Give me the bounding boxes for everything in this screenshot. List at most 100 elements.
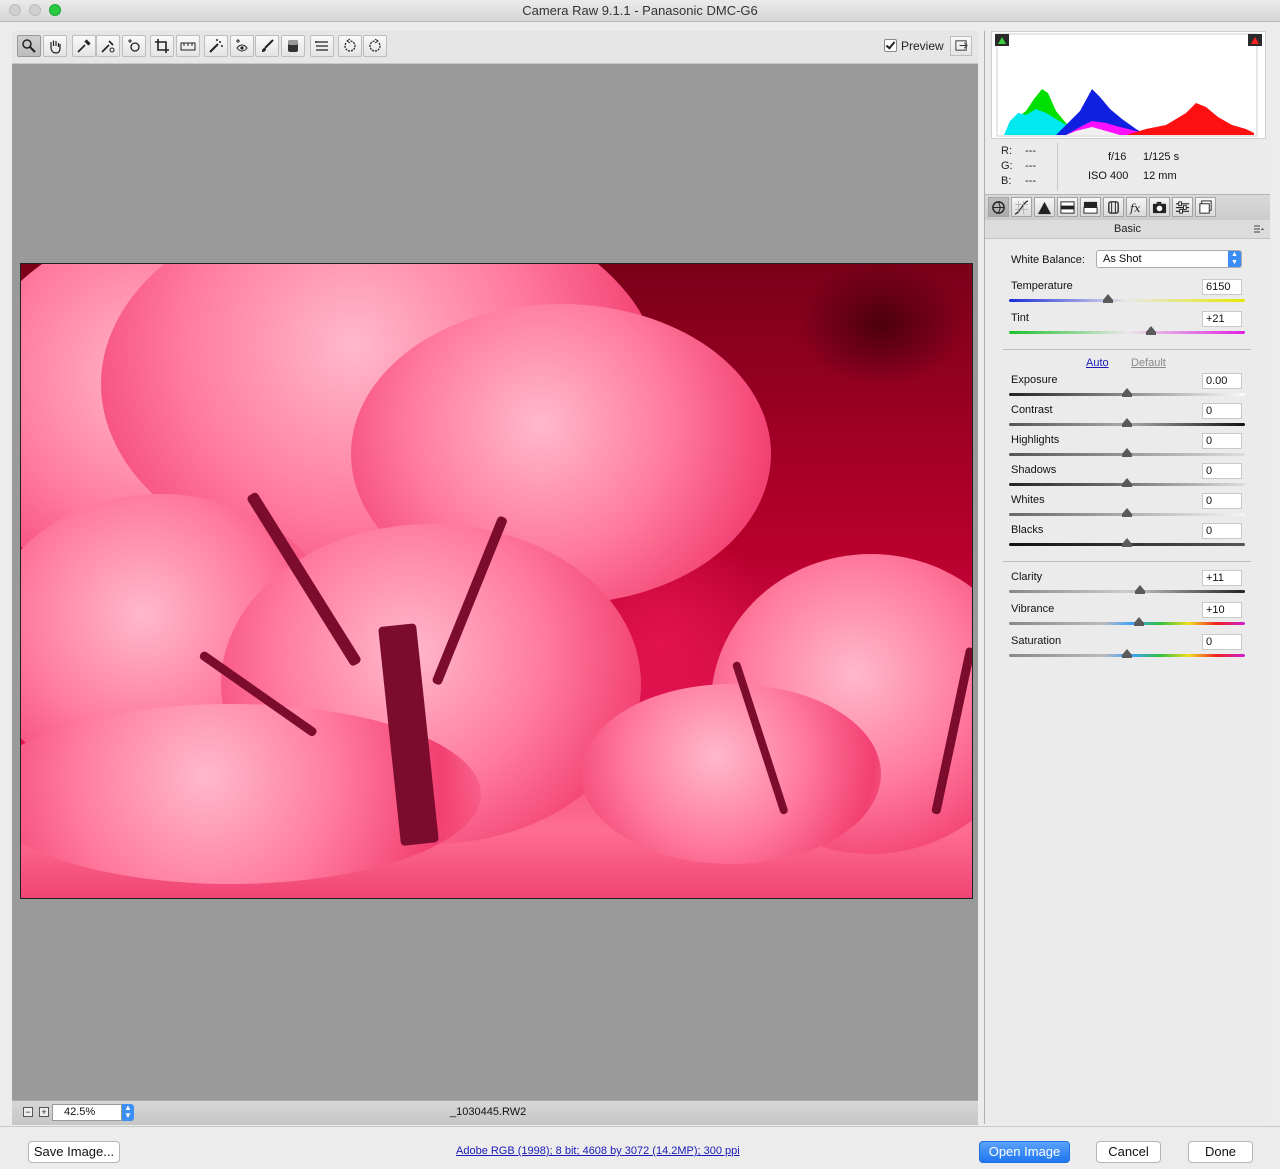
clarity-slider[interactable]: [1009, 585, 1245, 594]
tab-effects[interactable]: fx: [1126, 197, 1147, 217]
temperature-field[interactable]: 6150: [1202, 279, 1242, 295]
tint-slider-thumb[interactable]: [1145, 326, 1156, 335]
exposure-slider-thumb[interactable]: [1122, 388, 1132, 397]
hand-tool-button[interactable]: [43, 35, 67, 57]
tint-slider[interactable]: [1009, 326, 1245, 335]
blacks-slider[interactable]: [1009, 538, 1245, 547]
exposure-slider[interactable]: [1009, 388, 1245, 397]
whites-slider-thumb[interactable]: [1122, 508, 1132, 517]
blacks-field[interactable]: 0: [1202, 523, 1242, 539]
zoom-tool-icon: [22, 39, 36, 53]
b-label: B:: [1001, 175, 1012, 187]
zoom-tool-button[interactable]: [17, 35, 41, 57]
clarity-slider-thumb[interactable]: [1134, 585, 1145, 594]
temperature-slider[interactable]: [1009, 294, 1245, 303]
section-title: Basic: [1114, 223, 1141, 235]
highlight-clipping-warning-icon[interactable]: [1248, 34, 1262, 46]
preferences-button[interactable]: [310, 35, 334, 57]
highlights-slider-thumb[interactable]: [1122, 448, 1132, 457]
blacks-label: Blacks: [1011, 524, 1044, 536]
tab-lens-corrections[interactable]: [1103, 197, 1124, 217]
tab-camera-calibration[interactable]: [1149, 197, 1170, 217]
tint-field[interactable]: +21: [1202, 311, 1242, 327]
color-sampler-tool-button[interactable]: [96, 35, 120, 57]
red-eye-removal-tool-button[interactable]: [230, 35, 254, 57]
divider: [1003, 349, 1251, 350]
done-button[interactable]: Done: [1188, 1141, 1253, 1163]
vibrance-slider[interactable]: [1009, 617, 1245, 626]
preferences-icon: [315, 41, 328, 51]
adjustment-brush-icon: [262, 39, 274, 52]
shadow-clipping-warning-icon[interactable]: [995, 34, 1009, 46]
temperature-slider-thumb[interactable]: [1103, 294, 1114, 303]
rotate-cw-button[interactable]: [363, 35, 387, 57]
tab-snapshots[interactable]: [1195, 197, 1216, 217]
whites-field[interactable]: 0: [1202, 493, 1242, 509]
zoom-level-field[interactable]: 42.5%: [52, 1104, 122, 1121]
preview-checkbox[interactable]: [884, 39, 897, 52]
tint-label: Tint: [1011, 312, 1029, 324]
auto-link[interactable]: Auto: [1086, 357, 1109, 369]
adjustment-brush-button[interactable]: [255, 35, 279, 57]
save-image-button[interactable]: Save Image...: [28, 1141, 120, 1163]
clarity-field[interactable]: +11: [1202, 570, 1242, 586]
rotate-ccw-icon: [344, 38, 356, 52]
tab-hsl[interactable]: [1057, 197, 1078, 217]
vibrance-field[interactable]: +10: [1202, 602, 1242, 618]
graduated-filter-button[interactable]: [281, 35, 305, 57]
camera-raw-window: Camera Raw 9.1.1 - Panasonic DMC-G6 Prev…: [0, 0, 1280, 1169]
exposure-field[interactable]: 0.00: [1202, 373, 1242, 389]
contrast-field[interactable]: 0: [1202, 403, 1242, 419]
workflow-options-link[interactable]: Adobe RGB (1998); 8 bit; 4608 by 3072 (1…: [456, 1145, 740, 1157]
shadows-slider[interactable]: [1009, 478, 1245, 487]
blacks-slider-thumb[interactable]: [1122, 538, 1132, 547]
shadows-slider-thumb[interactable]: [1122, 478, 1132, 487]
default-link[interactable]: Default: [1131, 357, 1166, 369]
shadows-field[interactable]: 0: [1202, 463, 1242, 479]
zoom-dropdown-icon[interactable]: ▲ ▼: [122, 1104, 134, 1121]
preview-toggle[interactable]: Preview: [884, 39, 944, 53]
open-image-button[interactable]: Open Image: [979, 1141, 1070, 1163]
tab-basic[interactable]: [988, 197, 1009, 217]
histogram-graph: [996, 33, 1258, 137]
saturation-slider-thumb[interactable]: [1122, 649, 1132, 658]
fullscreen-button[interactable]: [950, 36, 972, 56]
tab-presets[interactable]: [1172, 197, 1193, 217]
rotate-ccw-button[interactable]: [338, 35, 362, 57]
white-balance-tool-button[interactable]: [72, 35, 96, 57]
white-balance-select[interactable]: As Shot ▲ ▼: [1096, 250, 1242, 268]
tab-split-toning[interactable]: [1080, 197, 1101, 217]
crop-tool-button[interactable]: [150, 35, 174, 57]
contrast-slider-thumb[interactable]: [1122, 418, 1132, 427]
section-header: Basic: [985, 220, 1270, 239]
vibrance-slider-thumb[interactable]: [1133, 617, 1144, 626]
aperture-icon: [992, 201, 1005, 214]
highlights-slider[interactable]: [1009, 448, 1245, 457]
targeted-adjustment-tool-button[interactable]: [122, 35, 146, 57]
graduated-filter-icon: [288, 40, 298, 52]
lens-icon: [1108, 201, 1119, 214]
contrast-slider[interactable]: [1009, 418, 1245, 427]
panel-tabs: fx: [985, 194, 1270, 222]
focal-length: 12 mm: [1143, 170, 1177, 182]
temperature-label: Temperature: [1011, 280, 1073, 292]
fullscreen-icon: [955, 40, 968, 51]
straighten-tool-button[interactable]: [176, 35, 200, 57]
saturation-slider[interactable]: [1009, 649, 1245, 658]
whites-slider[interactable]: [1009, 508, 1245, 517]
zoom-in-button[interactable]: +: [39, 1107, 49, 1117]
highlights-field[interactable]: 0: [1202, 433, 1242, 449]
presets-icon: [1175, 201, 1190, 214]
select-arrows-icon: ▲ ▼: [1228, 251, 1241, 267]
highlights-label: Highlights: [1011, 434, 1060, 446]
saturation-field[interactable]: 0: [1202, 634, 1242, 650]
zoom-out-button[interactable]: −: [23, 1107, 33, 1117]
tab-tone-curve[interactable]: [1011, 197, 1032, 217]
image-preview-area[interactable]: [12, 64, 978, 1100]
panel-menu-icon[interactable]: [1254, 225, 1264, 233]
hsl-icon: [1060, 201, 1075, 214]
cancel-button[interactable]: Cancel: [1096, 1141, 1161, 1163]
spot-removal-tool-button[interactable]: [204, 35, 228, 57]
exposure-label: Exposure: [1011, 374, 1058, 386]
tab-detail[interactable]: [1034, 197, 1055, 217]
